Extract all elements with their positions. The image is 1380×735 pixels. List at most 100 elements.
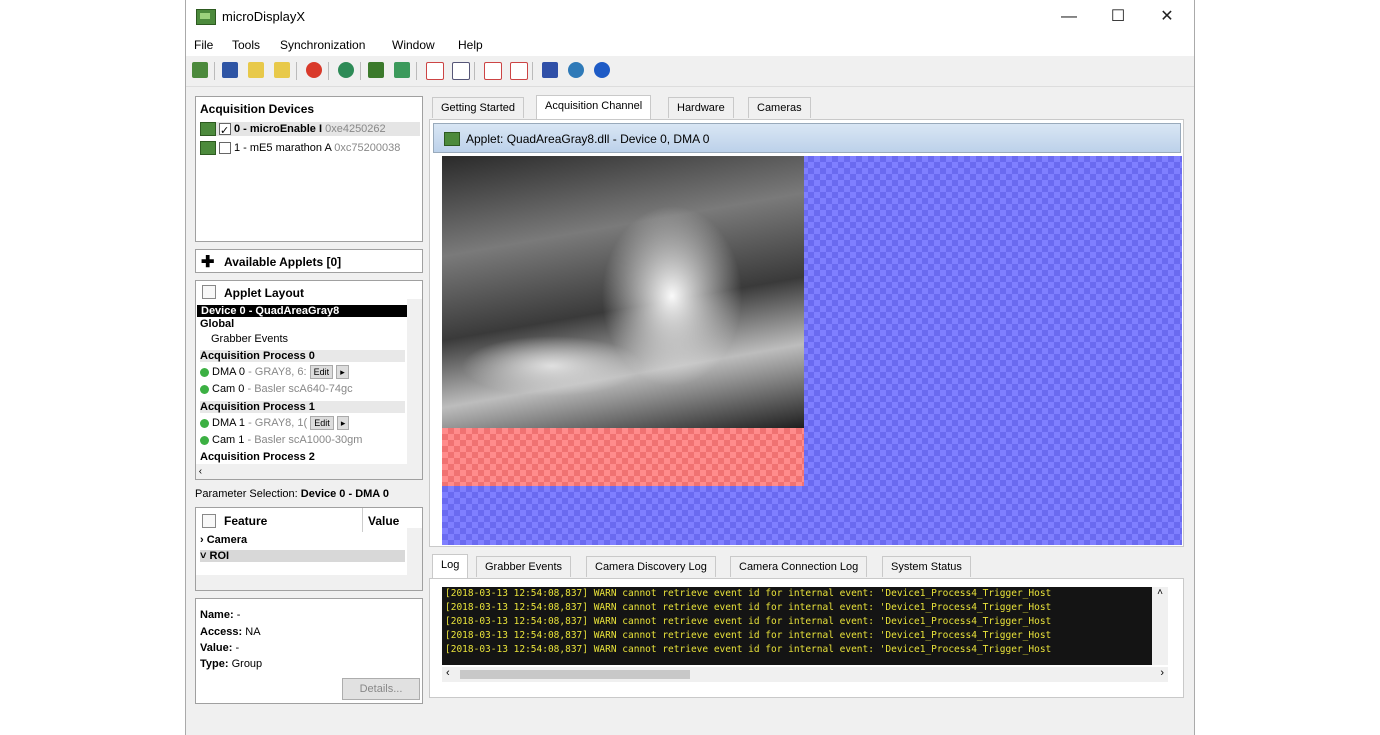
chevron-down-icon[interactable]: ˅ [200,550,206,562]
log-pane: [2018-03-13 12:54:08,837] WARN cannot re… [429,578,1184,698]
log-line: [2018-03-13 12:54:08,837] WARN cannot re… [445,602,1052,613]
chevron-right-icon[interactable]: › [200,534,204,546]
tab-getting-started[interactable]: Getting Started [432,97,524,118]
app-logo-icon [196,9,216,25]
log-vscroll[interactable]: ˄ [1152,587,1168,665]
tab-hardware[interactable]: Hardware [668,97,734,118]
grabber-events-item[interactable]: Grabber Events [211,333,288,345]
collapse-icon[interactable] [202,285,216,299]
menu-window[interactable]: Window [392,38,435,52]
available-applets-panel[interactable]: ✚ Available Applets [0] [195,249,423,273]
open-folder-icon[interactable] [248,62,264,78]
applet-layout-panel: Applet Layout Device 0 - QuadAreaGray8 G… [195,280,423,480]
feature-column-header[interactable]: Feature [224,514,267,528]
cam-1-row[interactable]: Cam 1 - Basler scA1000-30gm [200,434,362,446]
toolbar-separator [360,62,361,80]
status-ok-icon [200,418,209,428]
viewer-title: Applet: QuadAreaGray8.dll - Device 0, DM… [466,132,710,146]
expand-plus-icon[interactable]: ✚ [201,252,214,272]
log-hscroll[interactable]: ‹ › [442,667,1168,682]
details-button[interactable]: Details... [342,678,420,700]
menu-file[interactable]: File [194,38,213,52]
tab-acquisition-channel[interactable]: Acquisition Channel [536,95,652,119]
image-overlay-region [442,428,804,486]
applet-layout-header: Applet Layout [224,286,304,300]
device-item-0[interactable]: ✓ 0 - microEnable I 0xe4250262 [200,122,420,137]
device-icon [200,141,216,155]
log-output[interactable]: [2018-03-13 12:54:08,837] WARN cannot re… [442,587,1152,665]
title-bar: microDisplayX — ☐ ✕ [186,0,1194,34]
type-value: Group [231,658,263,670]
applet-layout-hscroll[interactable]: ‹ [196,464,422,479]
viewer-app-icon [444,132,460,146]
close-button[interactable]: ✕ [1144,4,1190,30]
feature-tree-panel: Feature Value › Camera ˅ ROI [195,507,423,591]
dma-0-edit-button[interactable]: Edit [309,365,334,379]
dma-1-row[interactable]: DMA 1 - GRAY8, 1( Edit ▸ [200,416,350,430]
acq-process-1[interactable]: Acquisition Process 1 [200,401,405,413]
log-hscroll-thumb[interactable] [460,670,690,679]
available-applets-label: Available Applets [0] [224,255,342,269]
grabber-add-icon[interactable] [394,62,410,78]
tab-camera-discovery-log[interactable]: Camera Discovery Log [586,556,716,577]
maximize-button[interactable]: ☐ [1095,4,1141,30]
device-icon [200,122,216,136]
column-divider [362,508,363,532]
viewer-titlebar: Applet: QuadAreaGray8.dll - Device 0, DM… [433,123,1181,153]
device-checkbox-0[interactable]: ✓ [219,123,231,137]
tab-cameras[interactable]: Cameras [748,97,811,118]
info-icon[interactable] [594,62,610,78]
cascade-windows-icon[interactable] [452,62,470,80]
display-icon[interactable] [484,62,502,80]
parameter-selection: Parameter Selection: Device 0 - DMA 0 [195,488,389,500]
stop-icon[interactable] [306,62,322,78]
save-icon[interactable] [222,62,238,78]
value-column-header[interactable]: Value [368,514,399,528]
main-tabbar: Getting Started Acquisition Channel Hard… [432,95,1182,119]
feature-camera-label: Camera [206,534,248,546]
window-layout-icon[interactable] [426,62,444,80]
dma-0-play-icon[interactable]: ▸ [336,365,349,379]
cam-0-row[interactable]: Cam 0 - Basler scA640-74gc [200,383,353,395]
load-config-icon[interactable] [274,62,290,78]
device-serial-0: 0xe4250262 [325,122,386,135]
globe-icon[interactable] [338,62,354,78]
display-canvas[interactable] [442,156,1182,545]
applet-layout-vscroll[interactable] [407,299,422,465]
feature-tree-vscroll[interactable] [407,528,422,576]
scroll-right-icon[interactable]: › [1160,667,1164,679]
open-device-icon[interactable] [192,62,208,78]
tab-grabber-events[interactable]: Grabber Events [476,556,572,577]
dma-0-row[interactable]: DMA 0 - GRAY8, 6: Edit ▸ [200,365,349,379]
log-line: [2018-03-13 12:54:08,837] WARN cannot re… [445,644,1052,655]
grabber-icon[interactable] [368,62,384,78]
acq-process-2[interactable]: Acquisition Process 2 [200,451,315,463]
dma-1-play-icon[interactable]: ▸ [336,416,350,430]
scroll-left-icon[interactable]: ‹ [446,667,450,679]
status-ok-icon [200,367,209,377]
minimize-button[interactable]: — [1046,4,1092,30]
feature-tree-hscroll[interactable] [196,575,422,590]
acquisition-devices-header: Acquisition Devices [200,102,315,116]
web-icon[interactable] [568,62,584,78]
tab-log[interactable]: Log [432,554,469,578]
acq-process-0[interactable]: Acquisition Process 0 [200,350,405,362]
book-icon[interactable] [542,62,558,78]
dma-1-edit-button[interactable]: Edit [310,416,334,430]
log-line: [2018-03-13 12:54:08,837] WARN cannot re… [445,630,1052,641]
tab-camera-connection-log[interactable]: Camera Connection Log [730,556,868,577]
device-checkbox-1[interactable] [219,142,231,154]
menu-synchronization[interactable]: Synchronization [280,38,365,52]
menu-tools[interactable]: Tools [232,38,260,52]
global-group[interactable]: Global [200,318,234,330]
display-close-icon[interactable] [510,62,528,80]
collapse-icon[interactable] [202,514,216,528]
feature-roi-label: ROI [209,550,230,562]
tab-system-status[interactable]: System Status [882,556,971,577]
menu-help[interactable]: Help [458,38,483,52]
feature-roi[interactable]: ˅ ROI [200,550,405,562]
applet-device-selected[interactable]: Device 0 - QuadAreaGray8 [197,305,407,317]
device-item-1[interactable]: 1 - mE5 marathon A 0xc75200038 [200,141,400,155]
toolbar-separator [214,62,215,80]
feature-camera[interactable]: › Camera [200,534,247,546]
